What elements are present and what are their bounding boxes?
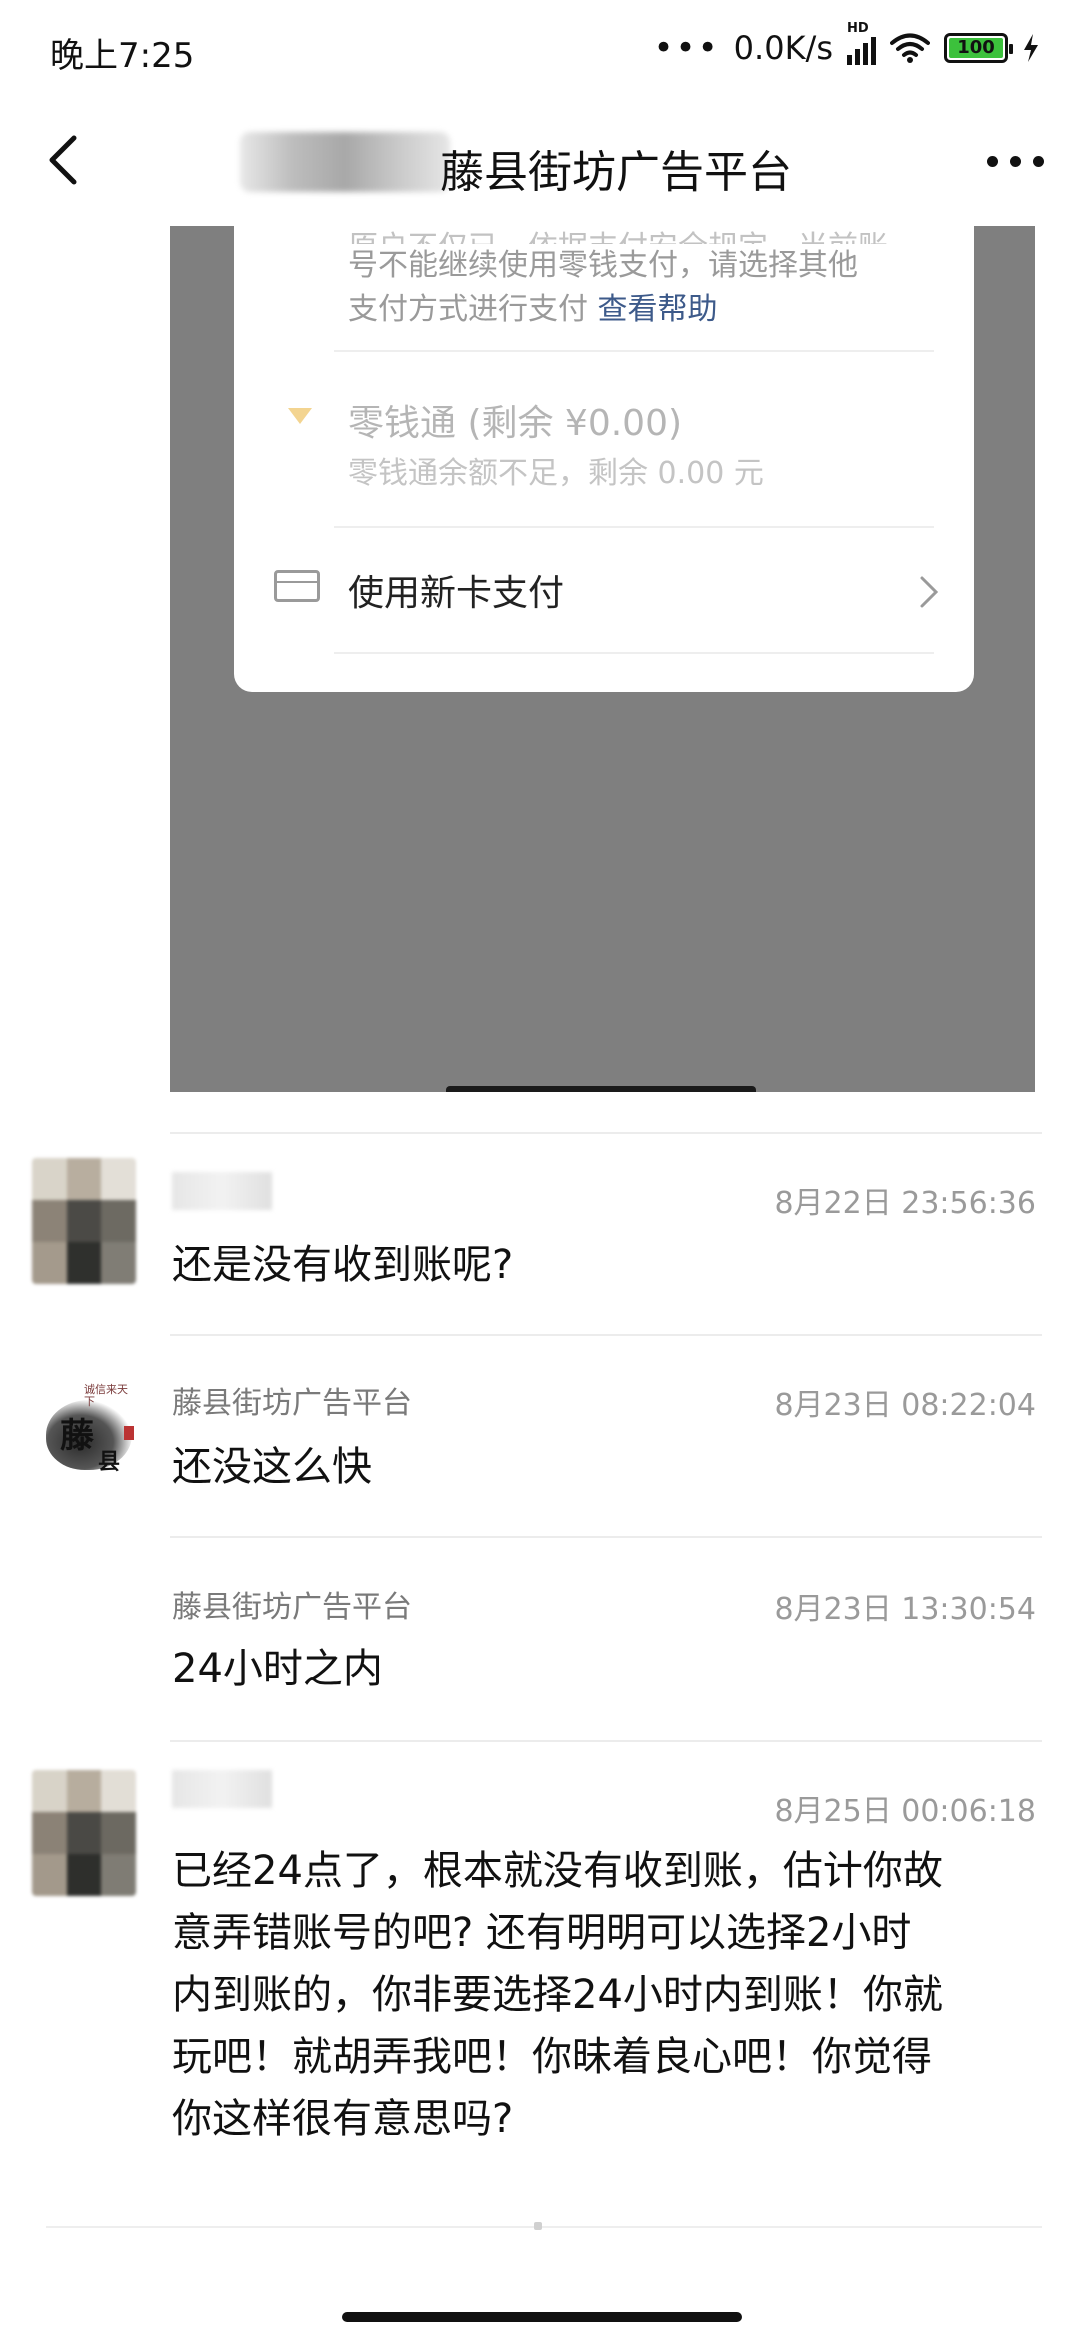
embedded-home-bar xyxy=(446,1086,756,1092)
hd-label: HD xyxy=(847,21,869,36)
message-line: 你这样很有意思吗? xyxy=(172,2096,514,2142)
more-dot-icon xyxy=(1033,156,1044,167)
logo-char: 藤 xyxy=(60,1416,94,1456)
chat-page: 晚上7:25 ••• 0.0K/s HD 100 藤县街坊广告平台 号不能继续使… xyxy=(0,0,1080,2340)
new-card-option: 使用新卡支付 xyxy=(348,573,565,614)
seal-icon xyxy=(124,1426,134,1440)
avatar[interactable] xyxy=(32,1158,136,1284)
status-indicators: ••• 0.0K/s HD 100 xyxy=(653,21,1041,70)
notification-dots: ••• xyxy=(653,28,720,68)
logo-slogan: 诚信来天下 xyxy=(84,1383,128,1408)
back-arrow-icon xyxy=(49,135,77,185)
card-icon xyxy=(274,570,320,602)
message-text: 还是没有收到账呢? xyxy=(172,1242,514,1288)
message-line: 内到账的，你非要选择24小时内到账！你就 xyxy=(172,1972,943,2018)
payment-method-sheet: 原户不仅已，依据支付安全规定，当前账 号不能继续使用零钱支付，请选择其他 支付方… xyxy=(234,226,974,692)
avatar[interactable]: 诚信来天下 藤 县 xyxy=(40,1380,136,1480)
message-time: 8月25日 00:06:18 xyxy=(774,1794,1036,1829)
help-link[interactable]: 查看帮助 xyxy=(598,292,718,327)
lingqiantong-balance: 零钱通余额不足，剩余 0.00 元 xyxy=(348,456,764,491)
more-options-button[interactable] xyxy=(987,156,1044,167)
sender-name-redaction xyxy=(172,1770,272,1808)
wifi-icon xyxy=(890,33,930,63)
battery-level: 100 xyxy=(949,38,1003,58)
avatar[interactable] xyxy=(32,1770,136,1896)
more-dot-icon xyxy=(987,156,998,167)
coin-icon xyxy=(284,402,316,434)
embedded-screenshot[interactable]: 原户不仅已，依据支付安全规定，当前账 号不能继续使用零钱支付，请选择其他 支付方… xyxy=(170,226,1035,1092)
chat-header: 藤县街坊广告平台 xyxy=(0,96,1080,226)
message-text: 24小时之内 xyxy=(172,1646,383,1692)
scroll-indicator xyxy=(534,2222,542,2230)
title-redaction xyxy=(240,132,450,192)
message-time: 8月23日 08:22:04 xyxy=(774,1388,1036,1423)
sheet-divider xyxy=(334,652,934,654)
message-divider xyxy=(170,1536,1042,1538)
notice-line: 支付方式进行支付 查看帮助 xyxy=(348,292,718,327)
message-divider xyxy=(170,1740,1042,1742)
message-time: 8月23日 13:30:54 xyxy=(774,1592,1036,1627)
message-text: 还没这么快 xyxy=(172,1444,372,1490)
status-time: 晚上7:25 xyxy=(50,36,195,76)
sheet-divider xyxy=(334,350,934,352)
status-bar: 晚上7:25 ••• 0.0K/s HD 100 xyxy=(0,0,1080,96)
message-line: 玩吧！就胡弄我吧！你昧着良心吧！你觉得 xyxy=(172,2034,932,2080)
lingqiantong-option: 零钱通 (剩余 ¥0.00) xyxy=(348,403,683,444)
notice-partial-line: 原户不仅已，依据支付安全规定，当前账 xyxy=(348,226,908,244)
message-line: 已经24点了，根本就没有收到账，估计你故 xyxy=(172,1848,943,1894)
more-dot-icon xyxy=(1010,156,1021,167)
message-divider xyxy=(170,1334,1042,1336)
sender-name: 藤县街坊广告平台 xyxy=(172,1386,412,1421)
logo-char: 县 xyxy=(98,1449,121,1475)
back-button[interactable] xyxy=(38,132,90,188)
payment-notice: 原户不仅已，依据支付安全规定，当前账 号不能继续使用零钱支付，请选择其他 支付方… xyxy=(348,226,908,332)
message-text: 已经24点了，根本就没有收到账，估计你故 意弄错账号的吧? 还有明明可以选择2小… xyxy=(172,1840,1052,2150)
home-indicator[interactable] xyxy=(342,2312,742,2322)
sender-name: 藤县街坊广告平台 xyxy=(172,1590,412,1625)
battery-icon: 100 xyxy=(944,33,1013,63)
message-divider xyxy=(170,1132,1042,1134)
notice-line: 号不能继续使用零钱支付，请选择其他 xyxy=(348,248,858,283)
charging-icon xyxy=(1024,34,1038,62)
message-time: 8月22日 23:56:36 xyxy=(774,1186,1036,1221)
sender-name-redaction xyxy=(172,1172,272,1210)
chevron-right-icon xyxy=(920,576,939,608)
signal-icon: HD xyxy=(847,21,876,65)
page-title: 藤县街坊广告平台 xyxy=(440,147,792,198)
message-line: 意弄错账号的吧? 还有明明可以选择2小时 xyxy=(172,1910,912,1956)
sheet-divider xyxy=(334,526,934,528)
list-bottom-divider xyxy=(46,2226,1042,2228)
network-speed: 0.0K/s xyxy=(733,29,833,67)
